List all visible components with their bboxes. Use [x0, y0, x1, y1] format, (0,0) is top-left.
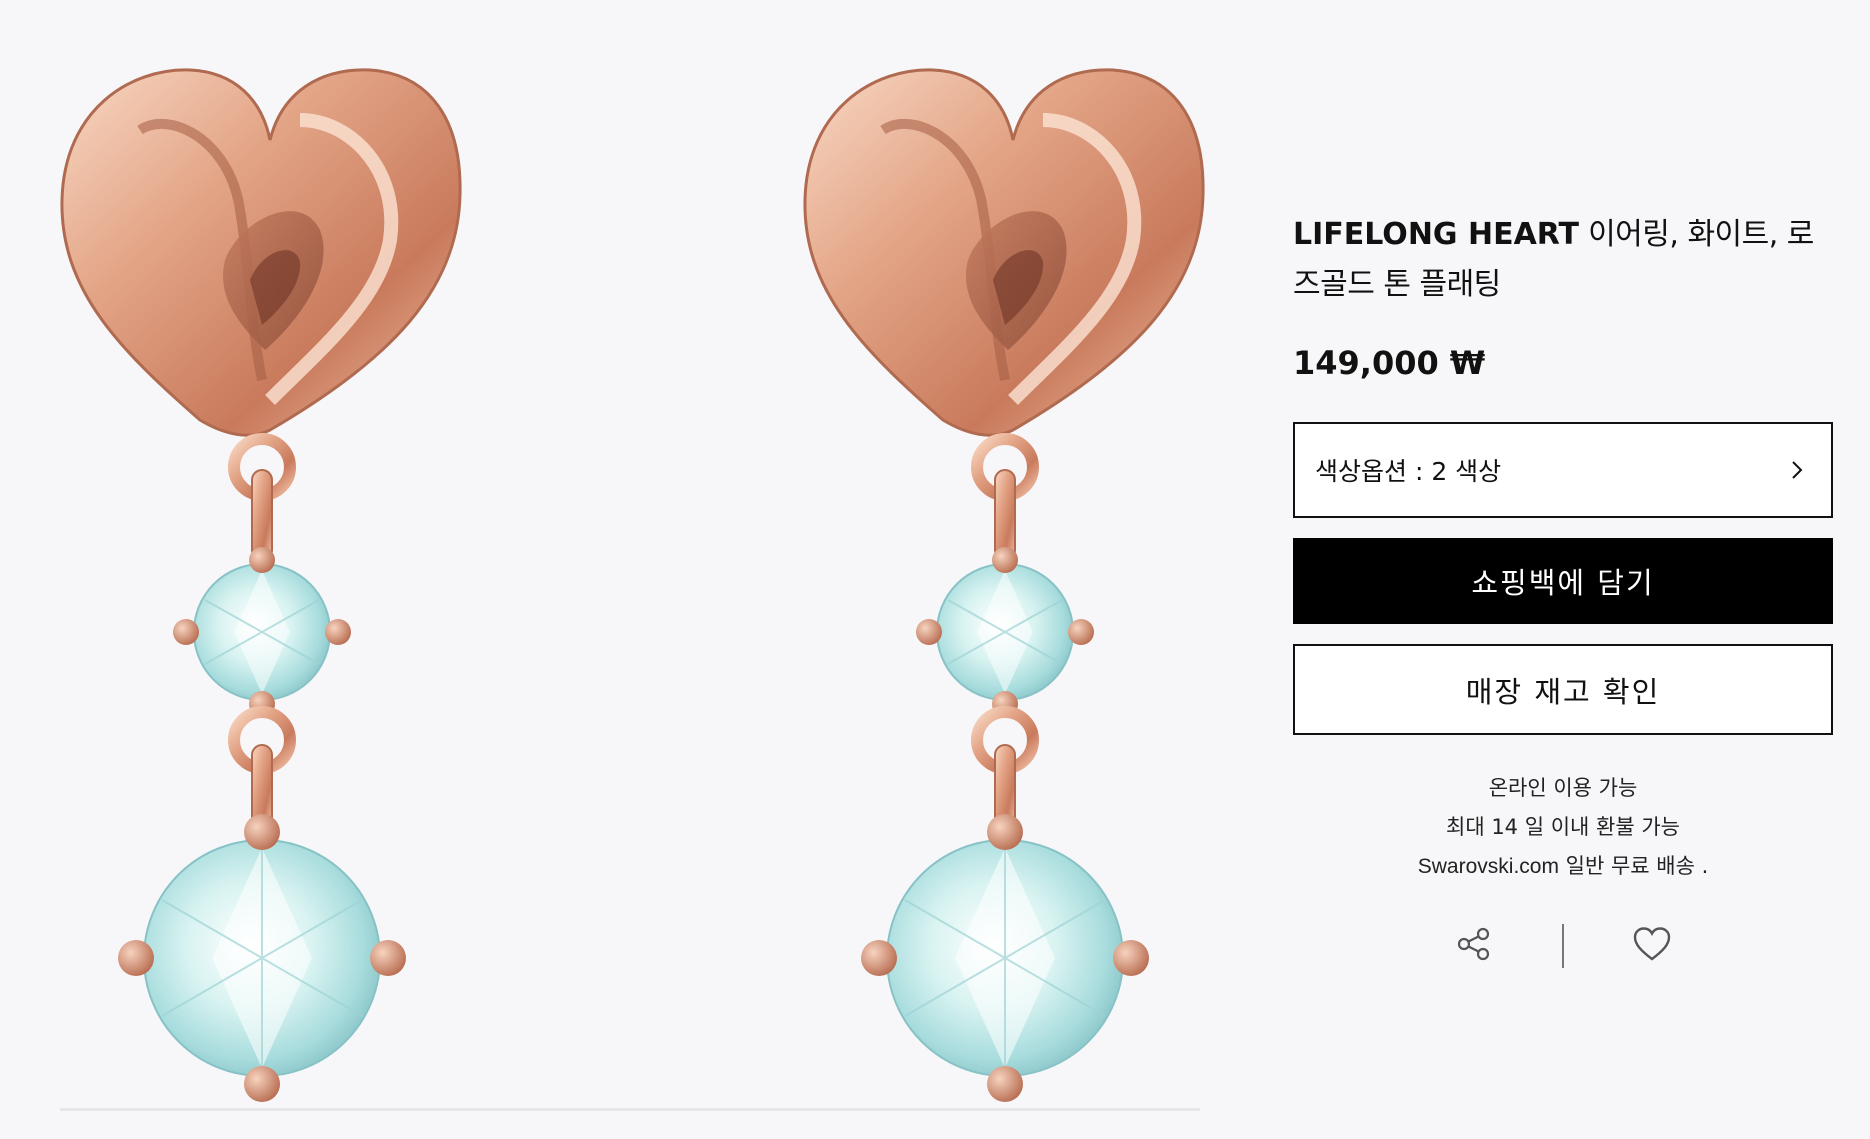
left-earring [62, 70, 460, 1102]
product-title: LIFELONG HEART 이어링, 화이트, 로즈골드 톤 플래팅 [1293, 210, 1833, 310]
shipping-note: Swarovski.com 일반 무료 배송 . [1293, 847, 1833, 886]
product-brand-name: LIFELONG HEART [1293, 217, 1580, 252]
product-actions [1293, 916, 1833, 976]
availability-notes: 온라인 이용 가능 최대 14 일 이내 환불 가능 Swarovski.com… [1293, 769, 1833, 886]
earrings-illustration [0, 0, 1250, 1111]
refund-policy-note: 최대 14 일 이내 환불 가능 [1446, 815, 1680, 839]
share-button[interactable] [1444, 916, 1504, 976]
heart-icon [1632, 926, 1672, 966]
product-page: LIFELONG HEART 이어링, 화이트, 로즈골드 톤 플래팅 149,… [0, 0, 1870, 1139]
right-earring [805, 70, 1203, 1102]
product-image[interactable] [0, 0, 1250, 1139]
image-floor-line [60, 1108, 1200, 1111]
product-info-panel: LIFELONG HEART 이어링, 화이트, 로즈골드 톤 플래팅 149,… [1293, 210, 1833, 976]
product-price: 149,000 ₩ [1293, 344, 1486, 382]
shipping-note-rest: 일반 무료 배송 . [1558, 854, 1709, 878]
chevron-right-icon [1785, 458, 1809, 482]
actions-divider [1562, 924, 1564, 968]
color-option-selector[interactable]: 색상옵션 : 2 색상 [1293, 422, 1833, 518]
share-icon [1456, 926, 1492, 966]
check-store-stock-button[interactable]: 매장 재고 확인 [1293, 644, 1833, 735]
add-to-bag-button[interactable]: 쇼핑백에 담기 [1293, 538, 1833, 624]
color-option-label: 색상옵션 : 2 색상 [1315, 457, 1502, 486]
online-availability-note: 온라인 이용 가능 [1488, 776, 1638, 800]
wishlist-button[interactable] [1622, 916, 1682, 976]
shipping-domain: Swarovski.com [1417, 855, 1559, 878]
